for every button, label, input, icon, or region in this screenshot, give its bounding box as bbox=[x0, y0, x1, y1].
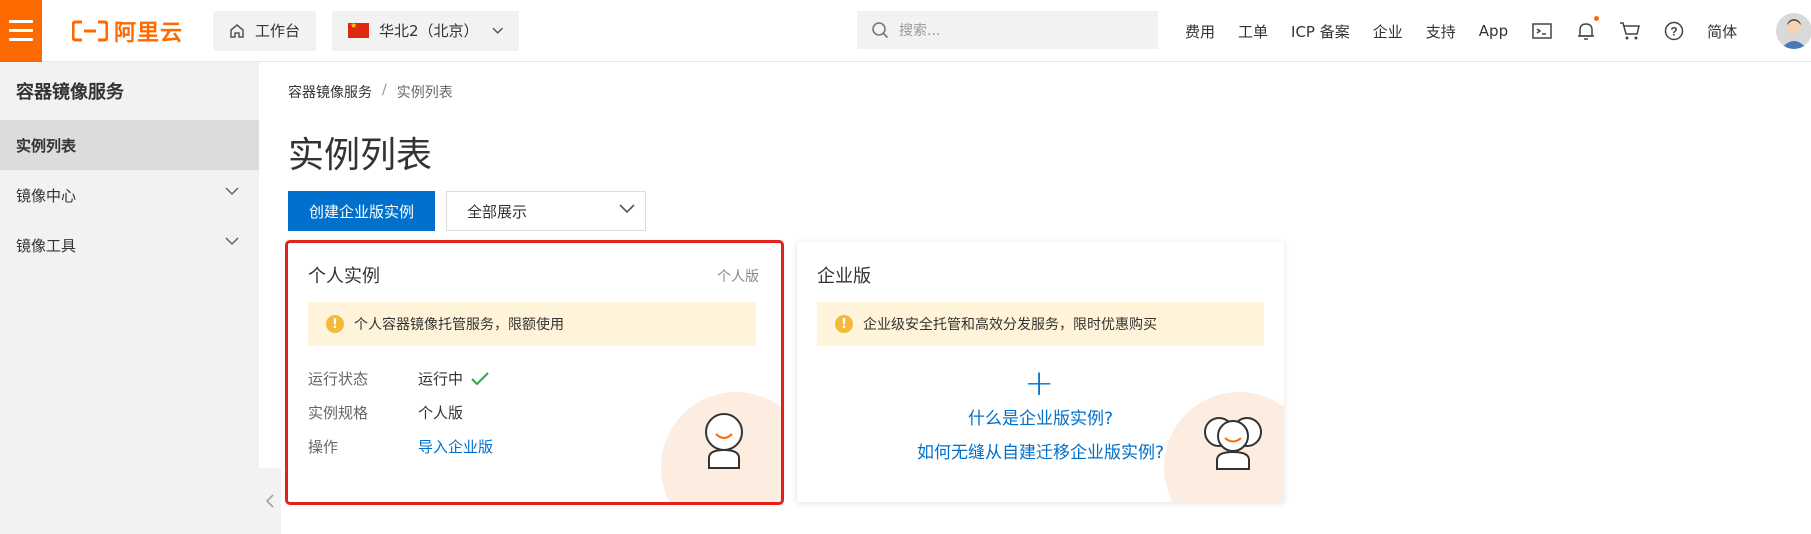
aliyun-logo[interactable]: 阿里云 bbox=[71, 15, 184, 47]
page-title: 实例列表 bbox=[288, 135, 433, 176]
bell-icon[interactable] bbox=[1575, 16, 1600, 42]
check-icon bbox=[471, 371, 489, 385]
status-label: 运行状态 bbox=[308, 370, 369, 388]
notice-banner: ! 个人容器镜像托管服务，限额使用 bbox=[308, 302, 756, 346]
chevron-down-icon bbox=[619, 204, 635, 214]
filter-value: 全部展示 bbox=[467, 202, 528, 221]
create-enterprise-instance-button[interactable]: 创建企业版实例 bbox=[288, 191, 435, 231]
sidebar-item-instance-list[interactable]: 实例列表 bbox=[0, 120, 259, 170]
notice-text: 企业级安全托管和高效分发服务，限时优惠购买 bbox=[863, 317, 1157, 333]
language-switch[interactable]: 简体 bbox=[1707, 21, 1737, 42]
sidebar: 容器镜像服务 实例列表 镜像中心 镜像工具 bbox=[0, 62, 259, 534]
workbench-label: 工作台 bbox=[255, 22, 301, 40]
notice-text: 个人容器镜像托管服务，限额使用 bbox=[354, 317, 564, 333]
support-link[interactable]: 支持 bbox=[1426, 21, 1456, 42]
enterprise-instance-card[interactable]: 企业版 ! 企业级安全托管和高效分发服务，限时优惠购买 + 什么是企业版实例? … bbox=[797, 242, 1284, 502]
breadcrumb: 容器镜像服务 / 实例列表 bbox=[288, 82, 453, 102]
cart-icon[interactable] bbox=[1619, 20, 1641, 42]
sidebar-item-label: 镜像中心 bbox=[16, 186, 77, 205]
hamburger-menu-button[interactable] bbox=[0, 0, 42, 62]
single-user-illustration-icon bbox=[705, 413, 743, 469]
logo-text: 阿里云 bbox=[114, 20, 184, 46]
sidebar-item-image-center[interactable]: 镜像中心 bbox=[0, 170, 259, 220]
billing-link[interactable]: 费用 bbox=[1185, 21, 1215, 42]
card-title: 企业版 bbox=[817, 266, 871, 287]
icp-link[interactable]: ICP 备案 bbox=[1291, 21, 1350, 42]
status-value: 运行中 bbox=[418, 370, 464, 388]
sidebar-title: 容器镜像服务 bbox=[16, 82, 124, 103]
help-icon[interactable]: ? bbox=[1663, 20, 1685, 42]
edition-tag: 个人版 bbox=[717, 269, 759, 285]
notice-banner: ! 企业级安全托管和高效分发服务，限时优惠购买 bbox=[817, 302, 1264, 346]
spec-value: 个人版 bbox=[418, 404, 464, 422]
region-selector[interactable]: 华北2（北京） bbox=[332, 10, 520, 51]
notification-dot bbox=[1594, 16, 1600, 21]
avatar[interactable] bbox=[1776, 13, 1811, 49]
search-input[interactable]: 搜索... bbox=[857, 11, 1158, 49]
chevron-down-icon bbox=[492, 27, 503, 34]
search-placeholder: 搜索... bbox=[899, 23, 941, 39]
sidebar-collapse-button[interactable] bbox=[259, 468, 281, 534]
team-illustration-icon bbox=[1204, 417, 1262, 470]
breadcrumb-root[interactable]: 容器镜像服务 bbox=[288, 82, 372, 102]
sidebar-item-image-tools[interactable]: 镜像工具 bbox=[0, 220, 259, 270]
ticket-link[interactable]: 工单 bbox=[1238, 21, 1268, 42]
aliyun-logo-icon bbox=[71, 20, 109, 42]
spec-row: 实例规格 个人版 bbox=[308, 402, 463, 423]
china-flag-icon bbox=[348, 21, 369, 38]
terminal-icon[interactable] bbox=[1531, 20, 1553, 42]
workbench-button[interactable]: 工作台 bbox=[213, 10, 317, 51]
chevron-down-icon bbox=[225, 187, 239, 196]
warning-icon: ! bbox=[326, 315, 344, 333]
import-enterprise-link[interactable]: 导入企业版 bbox=[418, 436, 493, 457]
sidebar-item-label: 实例列表 bbox=[16, 136, 77, 155]
card-title: 个人实例 bbox=[308, 266, 380, 287]
chevron-left-icon bbox=[266, 494, 274, 508]
region-label: 华北2（北京） bbox=[378, 22, 479, 40]
action-label: 操作 bbox=[308, 438, 339, 456]
spec-label: 实例规格 bbox=[308, 404, 369, 422]
add-icon[interactable]: + bbox=[1024, 366, 1054, 402]
enterprise-link[interactable]: 企业 bbox=[1373, 21, 1403, 42]
personal-instance-card[interactable]: 个人实例 个人版 ! 个人容器镜像托管服务，限额使用 运行状态 运行中 实例规格… bbox=[288, 242, 781, 502]
home-icon bbox=[230, 23, 244, 38]
action-row: 操作 导入企业版 bbox=[308, 436, 493, 457]
breadcrumb-separator: / bbox=[382, 82, 387, 98]
app-link[interactable]: App bbox=[1479, 22, 1508, 40]
display-filter-select[interactable]: 全部展示 bbox=[446, 191, 646, 231]
status-row: 运行状态 运行中 bbox=[308, 368, 489, 389]
top-links: 费用 工单 ICP 备案 企业 支持 App ? 简体 bbox=[1185, 0, 1760, 62]
svg-text:?: ? bbox=[1670, 25, 1677, 39]
breadcrumb-current: 实例列表 bbox=[396, 85, 453, 101]
sidebar-item-label: 镜像工具 bbox=[16, 236, 77, 255]
search-icon bbox=[872, 22, 889, 39]
chevron-down-icon bbox=[225, 237, 239, 246]
warning-icon: ! bbox=[835, 315, 853, 333]
